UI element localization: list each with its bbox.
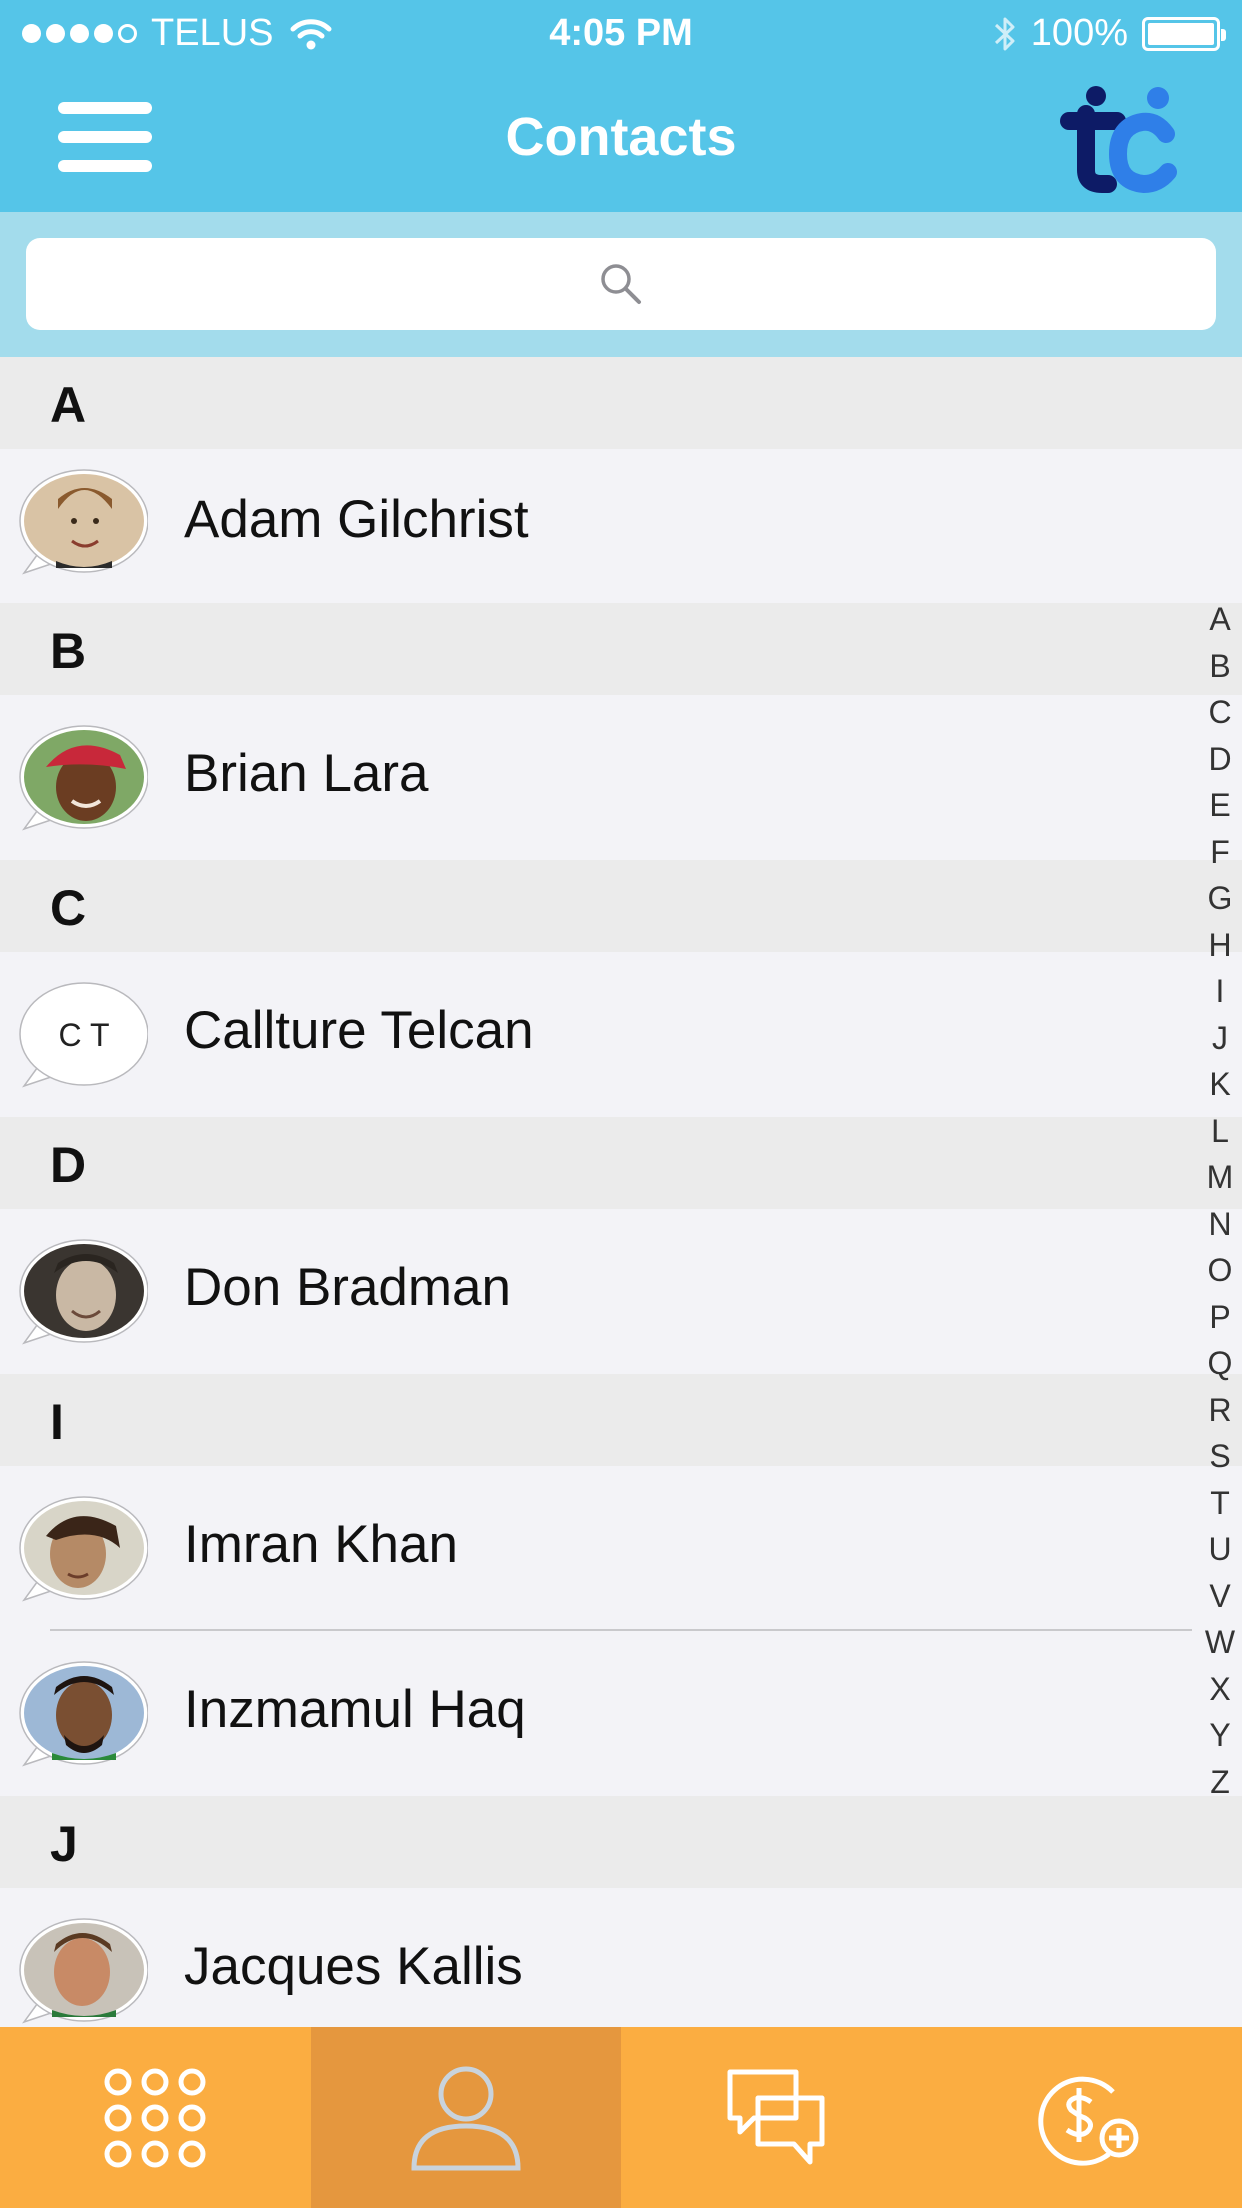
- avatar: [19, 725, 148, 831]
- battery-percent: 100%: [1030, 12, 1128, 54]
- avatar: [19, 1661, 148, 1767]
- index-letter[interactable]: I: [1216, 968, 1225, 1015]
- bluetooth-icon: [994, 17, 1015, 50]
- section-index[interactable]: A B C D E F G H I J K L M N O P Q R S T …: [1200, 596, 1240, 1805]
- contact-name: Don Bradman: [184, 1258, 512, 1317]
- contact-name: Adam Gilchrist: [184, 490, 529, 549]
- status-bar: TELUS 4:05 PM 100%: [0, 0, 1242, 66]
- avatar-initials: C T: [59, 1017, 110, 1053]
- index-letter[interactable]: J: [1212, 1015, 1228, 1062]
- contact-name: Callture Telcan: [184, 1001, 534, 1060]
- add-credit-icon: [1038, 2076, 1139, 2166]
- battery-icon: [1142, 16, 1226, 51]
- section-header-j: J: [0, 1796, 1242, 1888]
- index-letter[interactable]: D: [1208, 736, 1231, 783]
- contact-row[interactable]: Adam Gilchrist: [0, 449, 1242, 603]
- index-letter[interactable]: E: [1209, 782, 1230, 829]
- index-letter[interactable]: Z: [1210, 1759, 1230, 1806]
- section-header-b: B: [0, 603, 1242, 695]
- contacts-list: A Adam Gilchrist B Brian Lara C C T Call…: [0, 357, 1242, 2053]
- contact-name: Inzmamul Haq: [184, 1680, 526, 1739]
- index-letter[interactable]: C: [1208, 689, 1231, 736]
- section-header-i: I: [0, 1374, 1242, 1466]
- tab-keypad[interactable]: [0, 2027, 311, 2208]
- tab-contacts[interactable]: [310, 2027, 621, 2208]
- tab-messages[interactable]: [621, 2027, 932, 2208]
- messages-icon: [727, 2069, 825, 2164]
- avatar: [19, 1239, 148, 1345]
- contact-row[interactable]: Inzmamul Haq: [0, 1631, 1242, 1796]
- index-letter[interactable]: V: [1209, 1573, 1230, 1620]
- section-header-a: A: [0, 357, 1242, 449]
- tab-credit[interactable]: [932, 2027, 1242, 2208]
- contact-name: Jacques Kallis: [184, 1937, 523, 1996]
- index-letter[interactable]: L: [1211, 1108, 1229, 1155]
- contact-row[interactable]: Imran Khan: [0, 1466, 1242, 1631]
- index-letter[interactable]: W: [1205, 1619, 1235, 1666]
- index-letter[interactable]: O: [1208, 1247, 1233, 1294]
- index-letter[interactable]: K: [1209, 1061, 1230, 1108]
- index-letter[interactable]: R: [1208, 1387, 1231, 1434]
- app-header: TELUS 4:05 PM 100% Contacts: [0, 0, 1242, 212]
- index-letter[interactable]: S: [1209, 1433, 1230, 1480]
- index-letter[interactable]: Q: [1208, 1340, 1233, 1387]
- index-letter[interactable]: F: [1210, 829, 1230, 876]
- avatar: C T: [19, 982, 148, 1088]
- nav-bar: Contacts: [0, 66, 1242, 212]
- avatar: [19, 1496, 148, 1602]
- index-letter[interactable]: T: [1210, 1480, 1230, 1527]
- index-letter[interactable]: N: [1208, 1201, 1231, 1248]
- index-letter[interactable]: P: [1209, 1294, 1230, 1341]
- contact-row[interactable]: Brian Lara: [0, 695, 1242, 860]
- index-letter[interactable]: X: [1209, 1666, 1230, 1713]
- section-header-c: C: [0, 860, 1242, 952]
- search-input[interactable]: [26, 238, 1216, 330]
- index-letter[interactable]: A: [1209, 596, 1230, 643]
- index-letter[interactable]: B: [1209, 643, 1230, 690]
- index-letter[interactable]: M: [1207, 1154, 1234, 1201]
- keypad-icon: [104, 2068, 206, 2167]
- contact-name: Imran Khan: [184, 1515, 458, 1574]
- avatar: [19, 469, 148, 575]
- page-title: Contacts: [505, 107, 737, 167]
- contact-name: Brian Lara: [184, 744, 429, 803]
- index-letter[interactable]: G: [1208, 875, 1233, 922]
- index-letter[interactable]: Y: [1209, 1712, 1230, 1759]
- contact-row[interactable]: C T Callture Telcan: [0, 952, 1242, 1117]
- search-icon: [601, 264, 641, 304]
- tab-bar: [0, 2027, 1242, 2208]
- avatar: [19, 1918, 148, 2024]
- index-letter[interactable]: U: [1208, 1526, 1231, 1573]
- contacts-icon: [411, 2066, 521, 2170]
- index-letter[interactable]: H: [1208, 922, 1231, 969]
- section-header-d: D: [0, 1117, 1242, 1209]
- app-logo: [1060, 86, 1177, 194]
- contact-row[interactable]: Don Bradman: [0, 1209, 1242, 1374]
- search-area: [0, 212, 1242, 357]
- status-right: 100%: [993, 12, 1226, 55]
